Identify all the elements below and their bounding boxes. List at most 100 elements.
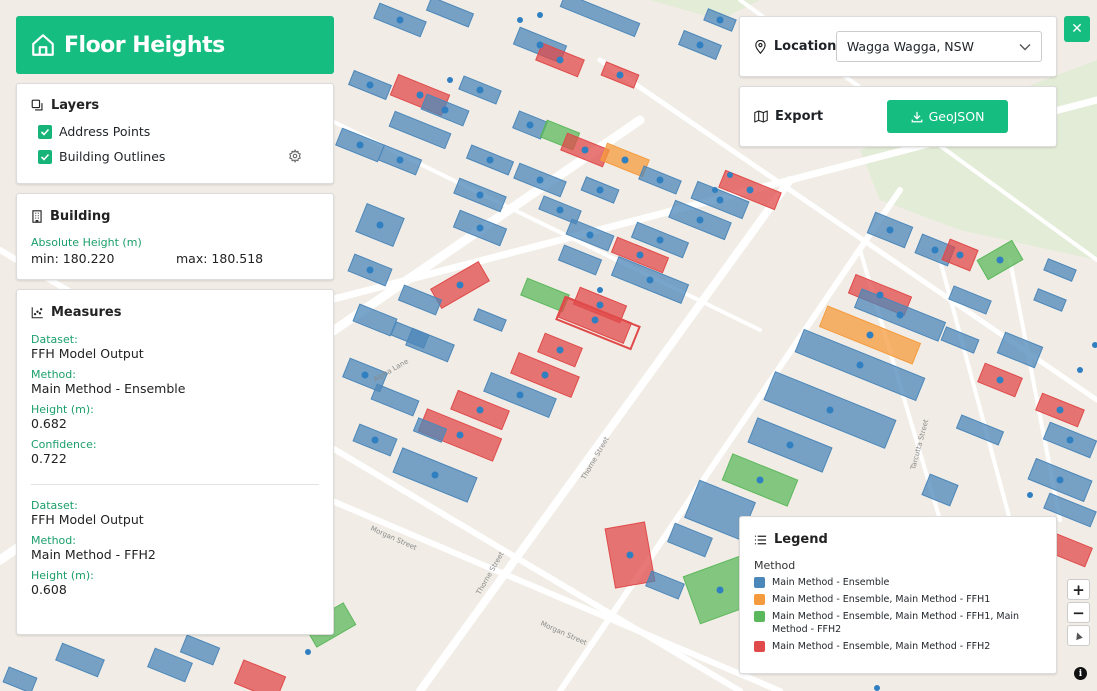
address-point[interactable] [716, 16, 724, 24]
address-point[interactable] [826, 406, 834, 414]
address-point[interactable] [636, 251, 644, 259]
layer-building-outlines[interactable]: Building Outlines [38, 144, 319, 169]
layer-address-points[interactable]: Address Points [38, 119, 319, 144]
address-point[interactable] [476, 86, 484, 94]
height-value: 0.682 [31, 416, 67, 431]
address-point[interactable] [556, 346, 564, 354]
legend-swatch [754, 594, 765, 605]
address-point[interactable] [876, 291, 884, 299]
address-point[interactable] [356, 141, 364, 149]
address-point[interactable] [536, 41, 544, 49]
address-point[interactable] [591, 316, 599, 324]
address-point[interactable] [536, 176, 544, 184]
address-point[interactable] [556, 56, 564, 64]
building-title: Building [31, 209, 319, 224]
address-point[interactable] [456, 281, 464, 289]
export-geojson-button[interactable]: GeoJSON [887, 100, 1008, 133]
address-point[interactable] [376, 221, 384, 229]
address-point[interactable] [476, 191, 484, 199]
address-point[interactable] [746, 186, 754, 194]
address-point[interactable] [886, 226, 894, 234]
address-point[interactable] [896, 311, 904, 319]
measures-title: Measures [31, 305, 319, 320]
address-point[interactable] [756, 476, 764, 484]
address-point[interactable] [956, 251, 964, 259]
address-point[interactable] [646, 276, 654, 284]
address-point[interactable] [656, 176, 664, 184]
compass-icon: ▲ [1073, 629, 1084, 642]
address-point[interactable] [456, 431, 464, 439]
dataset-value: FFH Model Output [31, 346, 144, 361]
gear-icon[interactable] [288, 149, 302, 163]
address-point[interactable] [305, 649, 311, 655]
address-point[interactable] [1056, 476, 1064, 484]
address-point[interactable] [396, 156, 404, 164]
address-point[interactable] [626, 551, 634, 559]
address-point[interactable] [586, 231, 594, 239]
address-point[interactable] [996, 376, 1004, 384]
building-outlines-checkbox[interactable] [38, 149, 52, 164]
location-panel: Location Wagga Wagga, NSW [739, 16, 1057, 77]
address-point[interactable] [996, 256, 1004, 264]
location-select[interactable]: Wagga Wagga, NSW [835, 31, 1042, 62]
measure-entry: Dataset: FFH Model Output Method: Main M… [31, 499, 319, 597]
zoom-in-button[interactable]: + [1067, 579, 1090, 600]
address-point[interactable] [616, 71, 624, 79]
address-point[interactable] [541, 371, 549, 379]
address-point[interactable] [366, 81, 374, 89]
address-point[interactable] [526, 121, 534, 129]
address-point[interactable] [621, 156, 629, 164]
address-point[interactable] [366, 266, 374, 274]
address-point[interactable] [371, 436, 379, 444]
close-button[interactable]: ✕ [1064, 16, 1090, 42]
legend-subtitle: Method [754, 559, 796, 572]
address-point[interactable] [361, 371, 369, 379]
address-point[interactable] [716, 196, 724, 204]
address-point[interactable] [1066, 436, 1074, 444]
compass-button[interactable]: ▲ [1067, 625, 1090, 646]
address-point[interactable] [1077, 367, 1083, 373]
address-point[interactable] [874, 685, 880, 691]
address-point[interactable] [537, 12, 543, 18]
address-point[interactable] [516, 391, 524, 399]
address-point[interactable] [1027, 492, 1033, 498]
address-point[interactable] [486, 156, 494, 164]
address-point[interactable] [476, 406, 484, 414]
address-point[interactable] [866, 331, 874, 339]
address-point[interactable] [656, 236, 664, 244]
legend-item: Main Method - Ensemble, Main Method - FF… [754, 593, 1042, 606]
absolute-height-label: Absolute Height (m) [31, 236, 142, 249]
app-title: Floor Heights [64, 32, 225, 58]
check-icon [40, 153, 50, 161]
attribution-info-button[interactable]: i [1074, 667, 1087, 680]
address-point[interactable] [696, 216, 704, 224]
address-point[interactable] [517, 17, 523, 23]
address-point[interactable] [596, 301, 604, 309]
zoom-out-button[interactable]: − [1067, 602, 1090, 623]
address-point[interactable] [556, 206, 564, 214]
home-icon [32, 34, 54, 56]
building-outlines-label: Building Outlines [59, 149, 166, 164]
address-point[interactable] [931, 246, 939, 254]
address-point[interactable] [596, 186, 604, 194]
address-point[interactable] [441, 106, 449, 114]
address-point[interactable] [581, 146, 589, 154]
address-point[interactable] [396, 16, 404, 24]
address-point[interactable] [786, 441, 794, 449]
height-max: max: 180.518 [176, 251, 264, 266]
address-point[interactable] [856, 361, 864, 369]
address-point[interactable] [476, 224, 484, 232]
address-point[interactable] [597, 287, 603, 293]
address-point[interactable] [712, 187, 718, 193]
address-point[interactable] [727, 172, 733, 178]
address-point[interactable] [431, 471, 439, 479]
address-point[interactable] [696, 41, 704, 49]
address-point[interactable] [416, 91, 424, 99]
info-icon: i [1078, 668, 1083, 679]
height-value: 0.608 [31, 582, 67, 597]
address-points-checkbox[interactable] [38, 124, 52, 139]
address-point[interactable] [447, 77, 453, 83]
address-point[interactable] [716, 586, 724, 594]
address-point[interactable] [1056, 406, 1064, 414]
export-label: Export [775, 109, 824, 124]
